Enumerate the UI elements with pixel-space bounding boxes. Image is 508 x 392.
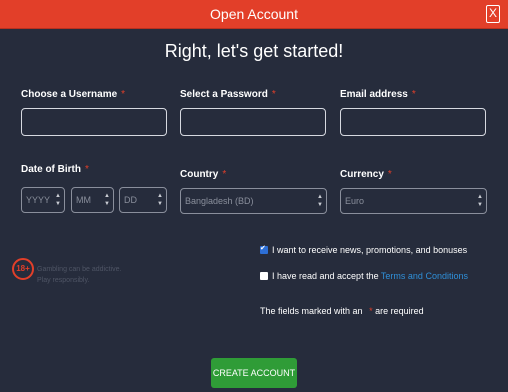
window-title: Open Account xyxy=(210,6,298,22)
country-label: Country * xyxy=(180,169,227,180)
country-select[interactable]: Bangladesh (BD) ▲ ▼ xyxy=(180,188,327,214)
close-button[interactable]: X xyxy=(486,5,500,23)
news-checkbox-label: I want to receive news, promotions, and … xyxy=(272,245,468,255)
responsible-gambling-text: Gambling can be addictive. Play responsi… xyxy=(37,266,122,284)
news-checkbox[interactable] xyxy=(260,244,268,254)
page-heading: Right, let's get started! xyxy=(164,41,344,61)
email-input[interactable] xyxy=(340,108,486,136)
email-label: Email address * xyxy=(340,89,416,100)
updown-arrows-icon: ▲ ▼ xyxy=(317,194,323,208)
currency-select[interactable]: Euro ▲ ▼ xyxy=(340,188,487,214)
dob-label: Date of Birth * xyxy=(21,164,89,175)
terms-checkbox-label: I have read and accept the Terms and Con… xyxy=(272,271,468,281)
updown-arrows-icon: ▲ ▼ xyxy=(477,194,483,208)
required-note: The fields marked with an * are required xyxy=(260,306,424,316)
username-input[interactable] xyxy=(21,108,167,136)
updown-arrows-icon: ▲ ▼ xyxy=(157,193,163,207)
password-input[interactable] xyxy=(180,108,326,136)
currency-label: Currency * xyxy=(340,169,392,180)
username-label: Choose a Username * xyxy=(21,89,126,100)
password-label: Select a Password * xyxy=(180,89,276,100)
dob-month-select[interactable]: MM ▲ ▼ xyxy=(71,187,114,213)
terms-link[interactable]: Terms and Conditions xyxy=(381,271,468,281)
age-18-icon: 18+ xyxy=(12,258,34,280)
dob-year-select[interactable]: YYYY ▲ ▼ xyxy=(21,187,65,213)
updown-arrows-icon: ▲ ▼ xyxy=(104,193,110,207)
title-bar: Open Account X xyxy=(0,0,508,29)
terms-checkbox[interactable] xyxy=(260,272,268,280)
create-account-button[interactable]: CREATE ACCOUNT xyxy=(211,358,297,388)
updown-arrows-icon: ▲ ▼ xyxy=(55,193,61,207)
dob-day-select[interactable]: DD ▲ ▼ xyxy=(119,187,167,213)
